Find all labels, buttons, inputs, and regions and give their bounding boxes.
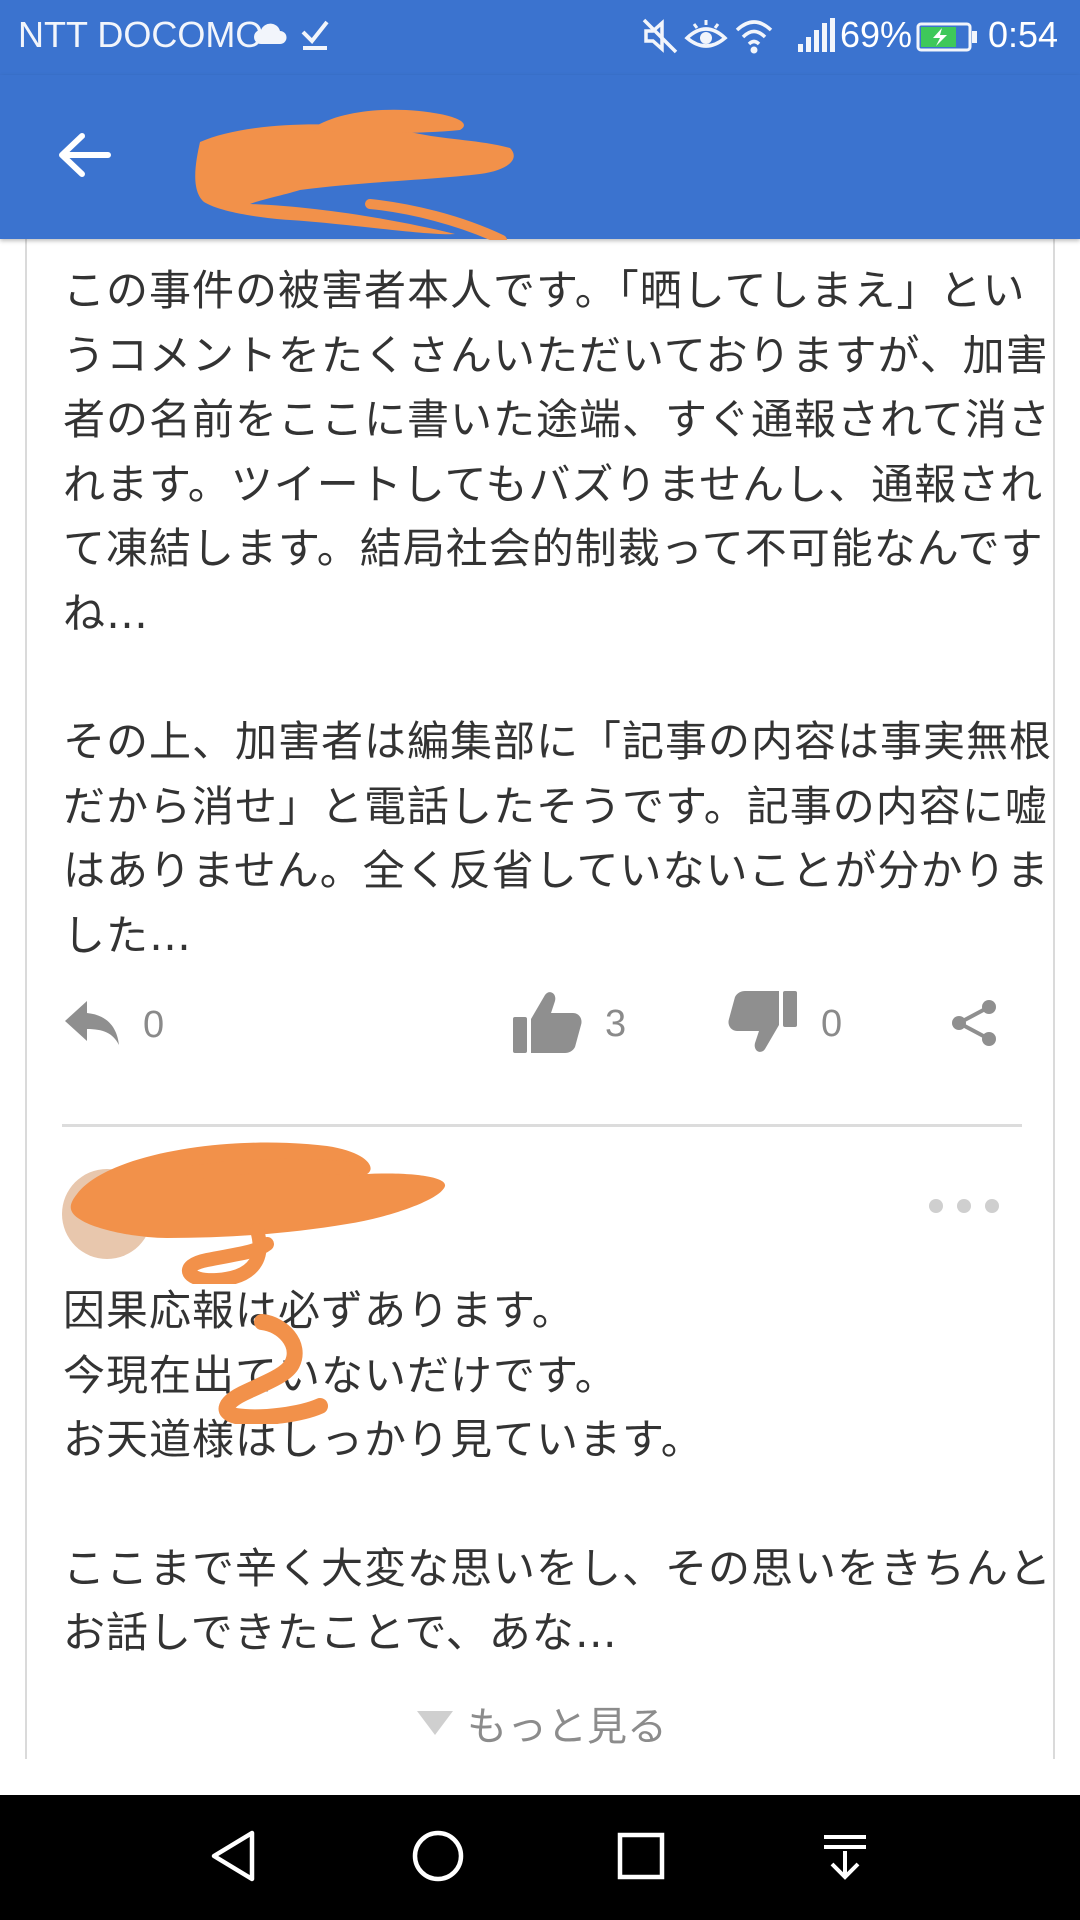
wifi-icon	[734, 16, 774, 58]
comment-paragraph: この事件の被害者本人です。「晒してしまえ」というコメントをたくさんいただいており…	[63, 266, 1051, 638]
more-options-button[interactable]	[929, 1199, 999, 1213]
battery-charging-icon	[916, 22, 978, 56]
app-bar	[0, 75, 1080, 245]
dislike-count: 0	[821, 1002, 843, 1045]
redacted-text	[202, 1314, 342, 1428]
circle-home-icon	[411, 1829, 465, 1887]
carrier-name: NTT DOCOMO	[18, 14, 264, 55]
reply-icon	[63, 999, 121, 1051]
share-button[interactable]	[949, 999, 999, 1051]
reply-count: 0	[143, 1003, 165, 1046]
navigation-bar	[0, 1795, 1080, 1920]
comment-body: この事件の被害者本人です。「晒してしまえ」というコメントをたくさんいただいており…	[63, 259, 1053, 968]
redacted-username	[67, 1134, 467, 1288]
more-dot-icon	[957, 1199, 971, 1213]
signal-icon	[798, 18, 836, 56]
eye-icon	[684, 18, 728, 58]
more-dot-icon	[929, 1199, 943, 1213]
mute-icon	[640, 16, 680, 60]
pull-down-icon	[820, 1831, 870, 1885]
reply-button[interactable]: 0	[63, 999, 164, 1051]
more-dot-icon	[985, 1199, 999, 1213]
like-count: 3	[605, 1002, 627, 1045]
clock: 0:54	[988, 14, 1059, 55]
nav-recents-button[interactable]	[608, 1825, 674, 1891]
comment-list: この事件の被害者本人です。「晒してしまえ」というコメントをたくさんいただいており…	[25, 239, 1055, 1759]
back-button[interactable]	[44, 117, 124, 197]
see-more-label: もっと見る	[467, 1704, 667, 1750]
dislike-button[interactable]: 0	[727, 989, 842, 1059]
share-icon	[949, 999, 999, 1051]
cloud-icon	[252, 22, 288, 50]
triangle-down-icon	[417, 1711, 453, 1735]
status-bar: NTT DOCOMO 69% 0:54	[0, 0, 1080, 75]
nav-home-button[interactable]	[405, 1825, 471, 1891]
comment-actions: 0 3 0	[27, 979, 1053, 1079]
download-done-icon	[300, 18, 330, 56]
comment-paragraph: その上、加害者は編集部に「記事の内容は事実無根だから消せ」と電話したそうです。記…	[63, 717, 1053, 960]
thumbs-up-icon	[511, 989, 583, 1059]
square-recents-icon	[616, 1831, 666, 1885]
nav-notifications-button[interactable]	[812, 1825, 878, 1891]
nav-back-button[interactable]	[200, 1825, 266, 1891]
triangle-back-icon	[208, 1829, 258, 1887]
comment-paragraph: ここまで辛く大変な思いをし、その思いをきちんとお話しできたことで、あな…	[63, 1543, 1053, 1658]
thumbs-down-icon	[727, 989, 799, 1059]
arrow-left-icon	[56, 131, 112, 183]
battery-percent: 69%	[840, 14, 913, 55]
comment-divider	[62, 1124, 1022, 1127]
redacted-title	[190, 100, 530, 245]
like-button[interactable]: 3	[511, 989, 626, 1059]
see-more-button[interactable]: もっと見る	[27, 1694, 1053, 1752]
